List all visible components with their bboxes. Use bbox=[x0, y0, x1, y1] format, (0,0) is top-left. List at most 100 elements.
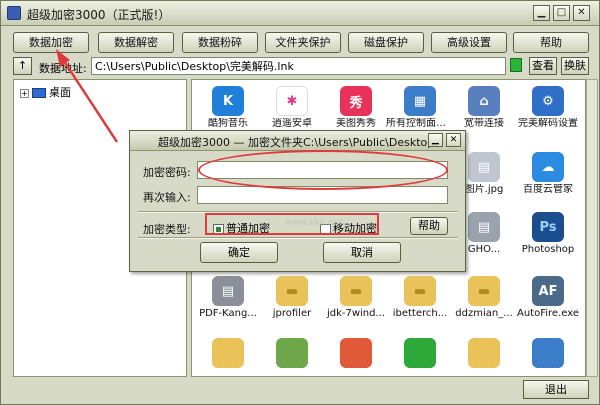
kugou-icon: K bbox=[212, 86, 244, 116]
vertical-scrollbar[interactable] bbox=[586, 79, 598, 377]
settings-gear-icon: ⚙ bbox=[532, 86, 564, 116]
tree-item-desktop[interactable]: + 桌面 bbox=[20, 84, 71, 100]
desktop-icon bbox=[32, 88, 46, 98]
file-label: 美图秀秀 bbox=[336, 118, 376, 129]
confirm-password-input[interactable] bbox=[197, 186, 448, 204]
file-label: 逍遥安卓 bbox=[272, 118, 312, 129]
address-label: 数据地址: bbox=[39, 62, 87, 75]
file-item[interactable]: ☁ 百度云管家 bbox=[514, 152, 582, 196]
go-indicator-icon[interactable] bbox=[510, 58, 522, 72]
baidu-cloud-icon: ☁ bbox=[532, 152, 564, 182]
skin-button[interactable]: 换肤 bbox=[561, 57, 589, 75]
radio-unchecked-icon[interactable] bbox=[320, 223, 331, 235]
file-item[interactable]: 秀美图秀秀 bbox=[322, 86, 390, 130]
app-grid-icon bbox=[340, 338, 372, 368]
ok-button[interactable]: 确定 bbox=[200, 242, 278, 263]
maximize-icon[interactable]: □ bbox=[553, 5, 570, 21]
file-label: 宽带连接 bbox=[464, 118, 504, 129]
radio-checked-icon[interactable] bbox=[213, 223, 224, 235]
file-item[interactable]: ⚙ 完美解码设置 bbox=[514, 86, 582, 130]
file-item[interactable] bbox=[258, 338, 326, 368]
file-item[interactable]: ▤ PDF-Kang... bbox=[194, 276, 262, 320]
address-input[interactable] bbox=[91, 57, 506, 75]
file-item[interactable] bbox=[514, 338, 582, 368]
image-file-icon: ▤ bbox=[468, 152, 500, 182]
apk-icon bbox=[276, 338, 308, 368]
file-label: ddzmian_... bbox=[455, 308, 513, 319]
ghost-file-icon: ▤ bbox=[468, 212, 500, 242]
file-label: 酷狗音乐 bbox=[208, 118, 248, 129]
folder-icon bbox=[212, 338, 244, 368]
file-item[interactable] bbox=[194, 338, 262, 368]
xiaoyao-icon: ✱ bbox=[276, 86, 308, 116]
mobile-encrypt-option[interactable]: 移动加密 bbox=[320, 220, 377, 236]
autofire-icon: AF bbox=[532, 276, 564, 306]
folder-icon bbox=[468, 338, 500, 368]
exit-button[interactable]: 退出 bbox=[523, 380, 589, 399]
file-label: Photoshop bbox=[521, 244, 575, 255]
close-icon[interactable]: ✕ bbox=[573, 5, 590, 21]
normal-encrypt-option[interactable]: 普通加密 bbox=[213, 220, 270, 236]
encrypt-folder-dialog: 超级加密3000 — 加密文件夹C:\Users\Public\Desktop … bbox=[129, 130, 466, 272]
advanced-settings-button[interactable]: 高级设置 bbox=[431, 32, 507, 53]
file-label: 所有控制面板项 bbox=[386, 118, 454, 129]
file-label: ibetterch... bbox=[392, 308, 448, 319]
dialog-title-bar[interactable]: 超级加密3000 — 加密文件夹C:\Users\Public\Desktop … bbox=[130, 131, 465, 151]
photoshop-icon: Ps bbox=[532, 212, 564, 242]
expand-icon[interactable]: + bbox=[20, 88, 29, 98]
file-item[interactable]: ✱ 逍遥安卓 bbox=[258, 86, 326, 130]
file-item[interactable]: ▬ jdk-7wind... bbox=[322, 276, 390, 320]
file-label: jdk-7wind... bbox=[326, 308, 386, 319]
mobile-encrypt-label: 移动加密 bbox=[333, 222, 377, 235]
dialog-close-icon[interactable]: ✕ bbox=[446, 133, 461, 147]
title-bar[interactable]: 超级加密3000（正式版!） ▁ □ ✕ bbox=[1, 1, 599, 26]
folder-icon: ▬ bbox=[468, 276, 500, 306]
file-item[interactable]: ▬ ibetterch... bbox=[386, 276, 454, 320]
file-item[interactable]: AF AutoFire.exe bbox=[514, 276, 582, 320]
file-item[interactable]: ▦ 所有控制面板项 bbox=[386, 86, 454, 130]
file-item[interactable] bbox=[450, 338, 518, 368]
file-item[interactable]: Ps Photoshop bbox=[514, 212, 582, 256]
password-input[interactable] bbox=[197, 161, 448, 179]
dialog-divider bbox=[138, 211, 458, 213]
dialog-help-button[interactable]: 帮助 bbox=[410, 217, 448, 235]
minimize-icon[interactable]: ▁ bbox=[533, 5, 550, 21]
plus-app-icon bbox=[404, 338, 436, 368]
file-item[interactable]: ▬ jprofiler bbox=[258, 276, 326, 320]
file-label: 完美解码设置 bbox=[518, 118, 578, 129]
normal-encrypt-label: 普通加密 bbox=[226, 222, 270, 235]
encrypt-type-label: 加密类型: bbox=[143, 223, 191, 236]
file-label: 百度云管家 bbox=[523, 184, 573, 195]
control-panel-icon: ▦ bbox=[404, 86, 436, 116]
dialog-title: 超级加密3000 — 加密文件夹C:\Users\Public\Desktop bbox=[158, 136, 430, 149]
view-button[interactable]: 查看 bbox=[529, 57, 557, 75]
file-label: PDF-Kang... bbox=[199, 308, 257, 319]
network-icon: ⌂ bbox=[468, 86, 500, 116]
file-item[interactable]: ⌂ 宽带连接 bbox=[450, 86, 518, 130]
folder-icon: ▬ bbox=[276, 276, 308, 306]
cancel-button[interactable]: 取消 bbox=[323, 242, 401, 263]
file-label: jprofiler bbox=[272, 308, 312, 319]
folder-icon: ▬ bbox=[404, 276, 436, 306]
password-label: 加密密码: bbox=[143, 166, 191, 179]
folder-protect-button[interactable]: 文件夹保护 bbox=[265, 32, 341, 53]
folder-icon: ▬ bbox=[340, 276, 372, 306]
computer-icon bbox=[532, 338, 564, 368]
up-directory-button[interactable]: ↑ bbox=[13, 57, 32, 75]
file-item[interactable] bbox=[386, 338, 454, 368]
file-item[interactable]: ▬ ddzmian_... bbox=[450, 276, 518, 320]
app-lock-icon bbox=[7, 6, 21, 20]
window-title: 超级加密3000（正式版!） bbox=[27, 8, 171, 22]
encrypt-data-button[interactable]: 数据加密 bbox=[13, 32, 89, 53]
file-item[interactable]: K 酷狗音乐 bbox=[194, 86, 262, 130]
disk-protect-button[interactable]: 磁盘保护 bbox=[348, 32, 424, 53]
file-label: AutoFire.exe bbox=[517, 308, 579, 319]
status-bar: 退出 bbox=[1, 377, 599, 404]
dialog-minimize-icon[interactable]: ▁ bbox=[428, 133, 443, 147]
decrypt-data-button[interactable]: 数据解密 bbox=[98, 32, 174, 53]
help-button[interactable]: 帮助 bbox=[513, 32, 589, 53]
file-item[interactable] bbox=[322, 338, 390, 368]
confirm-password-label: 再次输入: bbox=[143, 191, 191, 204]
tree-item-label: 桌面 bbox=[49, 86, 71, 99]
shred-data-button[interactable]: 数据粉碎 bbox=[182, 32, 258, 53]
